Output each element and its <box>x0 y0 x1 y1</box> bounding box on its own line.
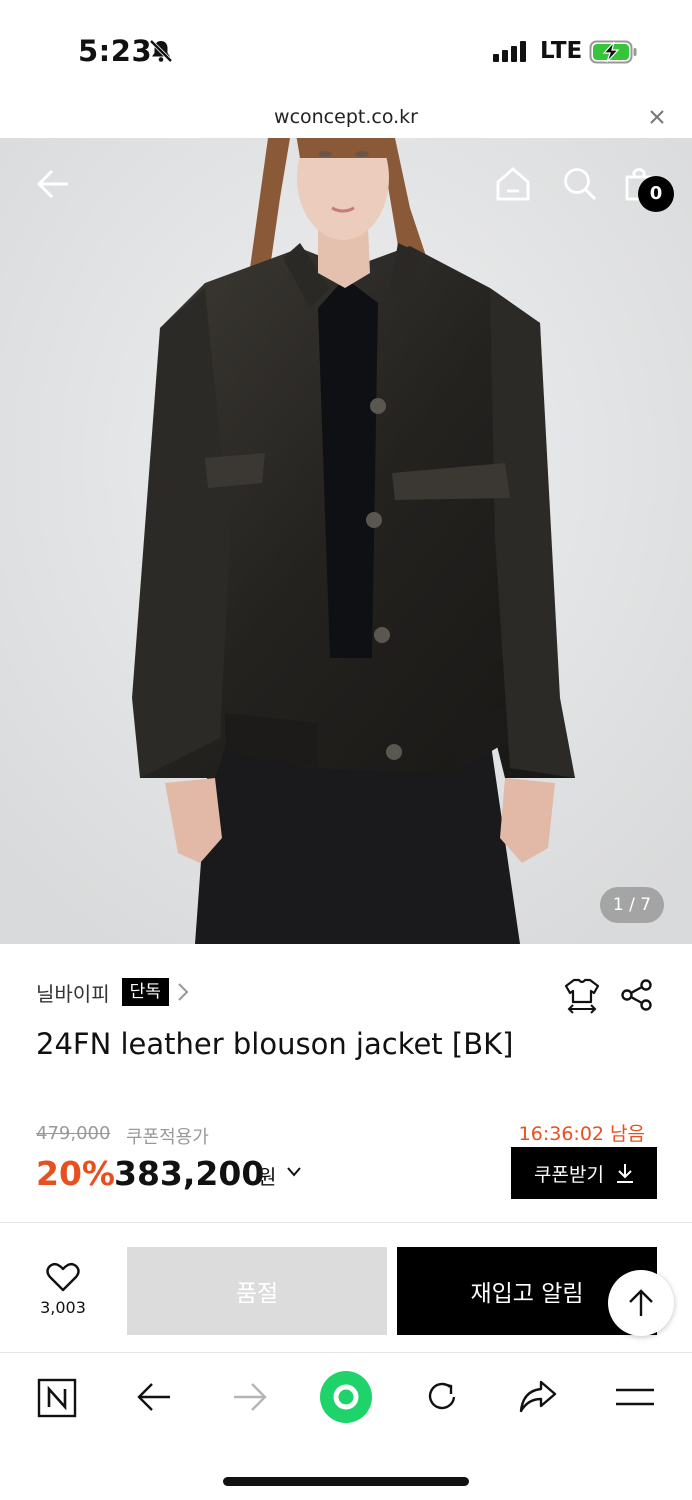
chevron-down-icon[interactable] <box>286 1166 302 1178</box>
naver-home-icon[interactable] <box>37 1378 77 1418</box>
browser-url-bar[interactable]: wconcept.co.kr <box>0 100 692 138</box>
like-count: 3,003 <box>40 1298 86 1317</box>
like-button[interactable]: 3,003 <box>30 1262 96 1317</box>
share-icon[interactable] <box>620 978 654 1012</box>
browser-forward-icon[interactable] <box>232 1381 268 1413</box>
coupon-timer: 16:36:02 남음 <box>518 1123 645 1145</box>
discount-rate: 20% <box>36 1154 115 1193</box>
status-time: 5:23 <box>78 34 153 68</box>
scroll-to-top-button[interactable] <box>608 1270 674 1336</box>
refresh-icon[interactable] <box>423 1378 461 1416</box>
product-image[interactable] <box>0 138 692 944</box>
section-divider <box>0 1222 692 1223</box>
heart-icon <box>46 1262 80 1292</box>
home-icon[interactable] <box>495 166 531 202</box>
arrow-up-icon <box>629 1289 653 1316</box>
sale-price: 383,200 <box>114 1154 265 1193</box>
coupon-download-button[interactable]: 쿠폰받기 <box>511 1147 657 1199</box>
signal-icon <box>493 41 526 62</box>
download-icon <box>616 1164 633 1183</box>
coupon-price-label: 쿠폰적용가 <box>126 1127 209 1148</box>
url-domain: wconcept.co.kr <box>274 106 418 128</box>
product-title: 24FN leather blouson jacket [BK] <box>36 1027 514 1061</box>
original-price: 479,000 <box>36 1123 111 1144</box>
product-photo <box>0 138 692 944</box>
image-counter: 1 / 7 <box>600 887 664 923</box>
network-label: LTE <box>540 38 583 64</box>
green-dot-icon[interactable] <box>319 1370 373 1424</box>
menu-icon[interactable] <box>614 1386 656 1408</box>
browser-toolbar <box>0 1352 692 1452</box>
cart-count-badge[interactable]: 0 <box>638 176 674 212</box>
close-icon[interactable] <box>648 108 666 126</box>
exclusive-badge: 단독 <box>121 978 169 1006</box>
battery-charging-icon <box>589 40 637 64</box>
browser-back-icon[interactable] <box>136 1381 172 1413</box>
brand-row[interactable]: 닐바이피 단독 <box>36 976 189 1008</box>
bell-muted-icon <box>149 39 173 63</box>
currency-label: 원 <box>258 1165 277 1189</box>
share-arrow-icon[interactable] <box>518 1379 558 1415</box>
back-arrow-icon[interactable] <box>36 167 70 201</box>
brand-name[interactable]: 닐바이피 <box>36 978 110 1007</box>
chevron-right-icon[interactable] <box>177 982 189 1002</box>
soldout-button[interactable]: 품절 <box>127 1247 387 1335</box>
coupon-button-label: 쿠폰받기 <box>534 1163 604 1186</box>
home-indicator <box>223 1477 469 1486</box>
status-bar: 5:23 LTE <box>0 0 692 100</box>
search-icon[interactable] <box>562 166 598 202</box>
size-guide-shirt-icon[interactable] <box>562 976 602 1016</box>
